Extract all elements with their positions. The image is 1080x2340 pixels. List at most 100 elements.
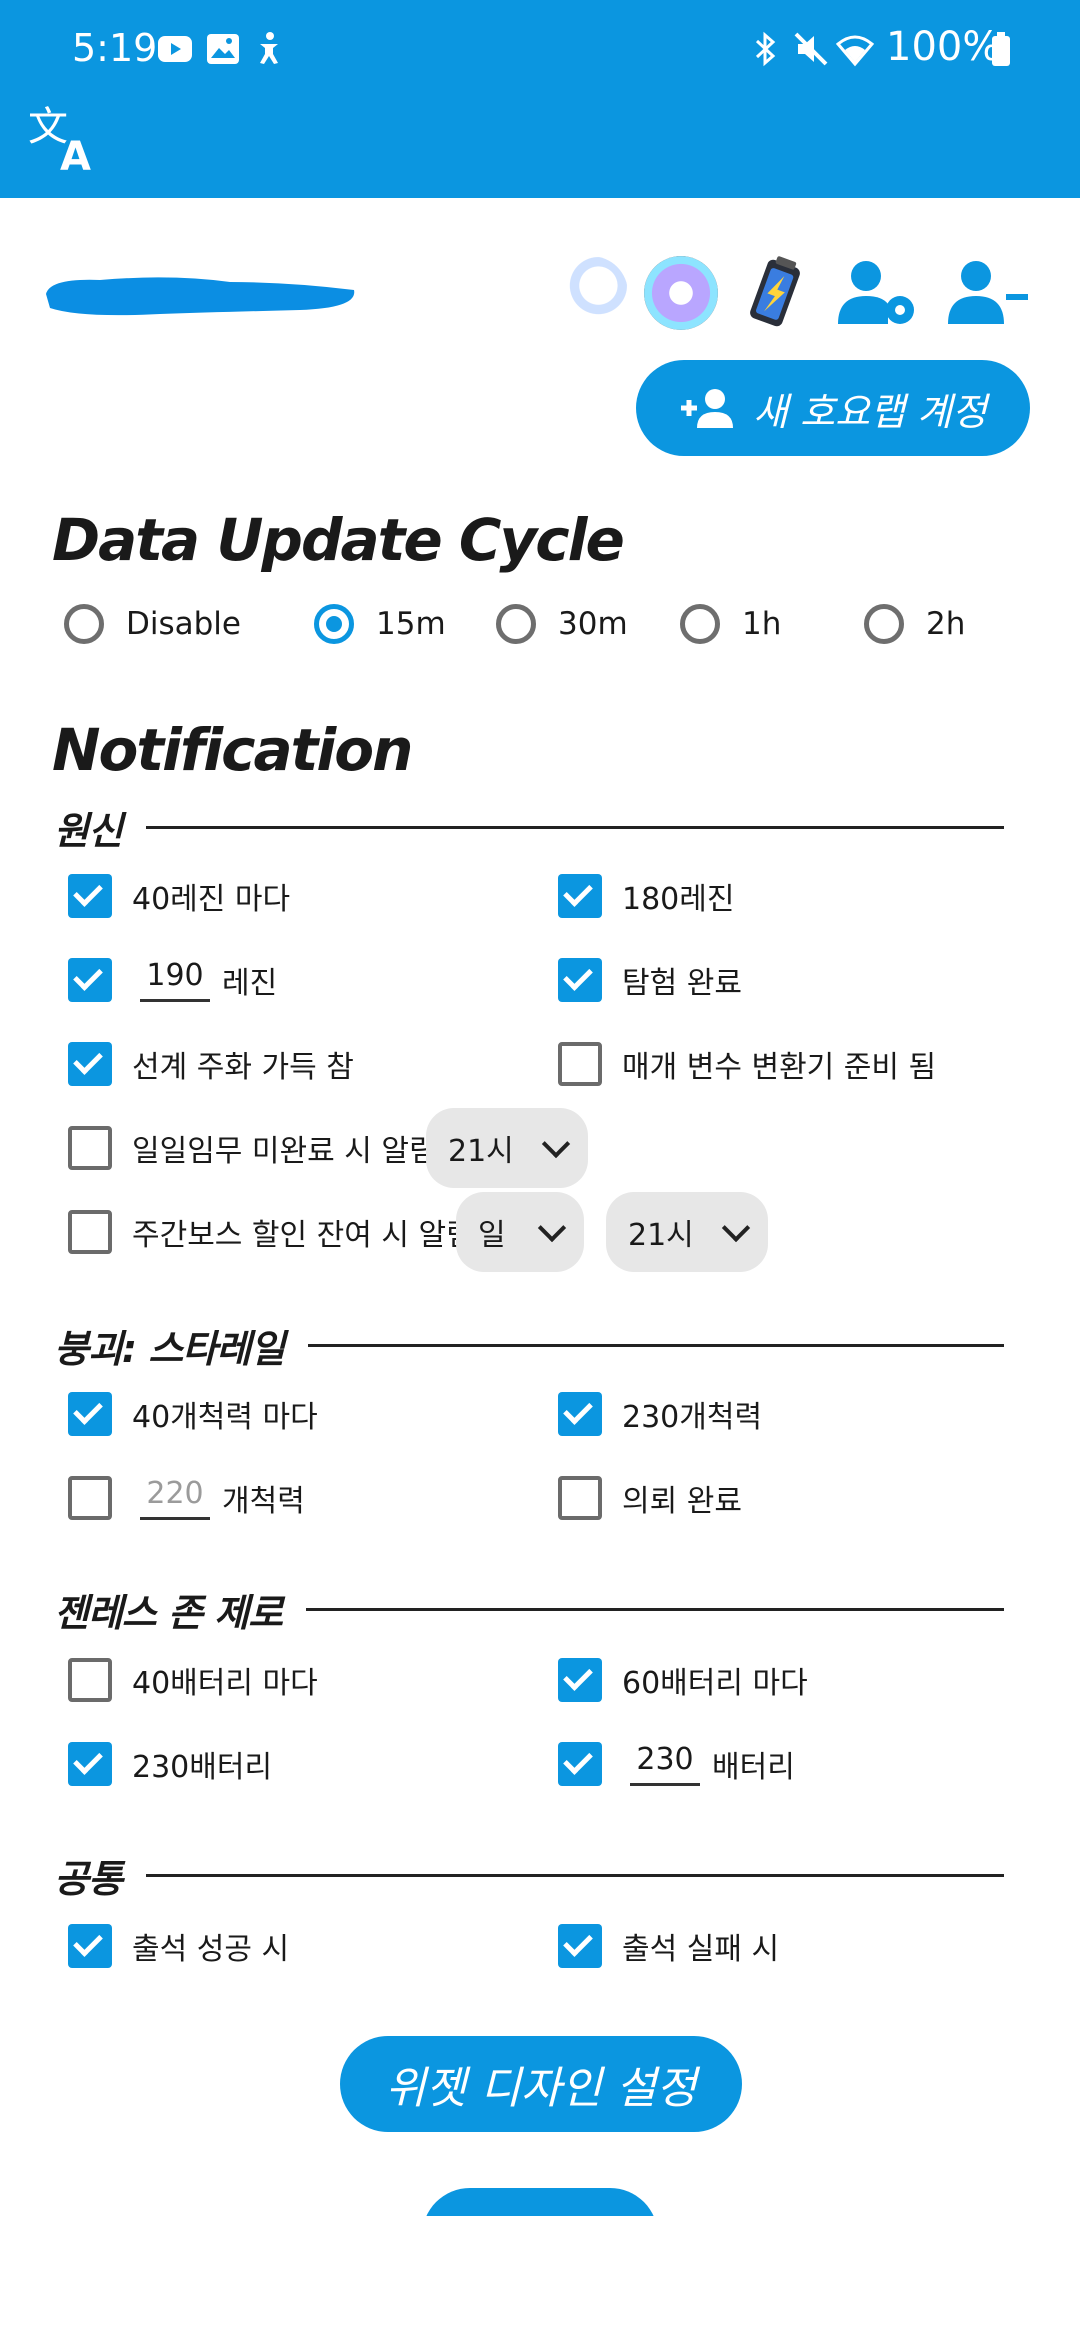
new-account-label: 새 호요랩 계정 xyxy=(753,389,987,434)
checkbox-label: 40레진 마다 xyxy=(132,882,291,917)
bottom-fade xyxy=(0,2216,1080,2340)
battery-percent: 100% xyxy=(886,24,1001,70)
checkbox-label: 230배터리 xyxy=(132,1750,273,1785)
checkbox-unchecked xyxy=(68,1210,112,1254)
checkbox-label: 출석 실패 시 xyxy=(622,1932,780,1967)
checkbox-genshin-weekly-boss[interactable]: 주간보스 할인 잔여 시 알림 xyxy=(68,1210,474,1254)
weekly-hour-dropdown[interactable]: 21시 xyxy=(606,1192,768,1272)
checkbox-genshin-daily[interactable]: 일일임무 미완료 시 알림 xyxy=(68,1126,437,1170)
account-name-redacted xyxy=(46,277,355,316)
checkbox-genshin-expedition[interactable]: 탐험 완료 xyxy=(558,958,742,1002)
radio-disable[interactable]: Disable xyxy=(64,604,241,644)
daily-hour-dropdown[interactable]: 21시 xyxy=(426,1108,588,1188)
radio-label: 30m xyxy=(558,606,628,642)
checkbox-label: 일일임무 미완료 시 알림 xyxy=(132,1134,437,1169)
radio-label: 2h xyxy=(926,606,966,642)
checkbox-label: 의뢰 완료 xyxy=(622,1484,742,1519)
checkbox-checked xyxy=(68,874,112,918)
checkbox-label: 배터리 xyxy=(712,1750,795,1785)
checkbox-checked xyxy=(558,958,602,1002)
checkbox-genshin-custom-resin[interactable]: 190 레진 xyxy=(68,958,277,1002)
checkbox-unchecked xyxy=(68,1476,112,1520)
radio-30m[interactable]: 30m xyxy=(496,604,628,644)
genshin-moon-icon[interactable] xyxy=(554,256,628,330)
checkbox-checked xyxy=(558,1924,602,1968)
checkbox-checked xyxy=(68,958,112,1002)
starrail-pass-icon[interactable] xyxy=(644,256,718,330)
translate-icon[interactable]: 文 A xyxy=(26,100,102,176)
section-common: 공통 xyxy=(54,1848,1004,1903)
checkbox-label: 출석 성공 시 xyxy=(132,1932,290,1967)
status-time: 5:19 xyxy=(72,26,158,70)
checkbox-label: 개척력 xyxy=(222,1484,305,1519)
checkbox-genshin-transformer[interactable]: 매개 변수 변환기 준비 됨 xyxy=(558,1042,936,1086)
checkbox-label: 60배터리 마다 xyxy=(622,1666,808,1701)
wifi-icon xyxy=(836,35,874,67)
checkbox-label: 탐험 완료 xyxy=(622,966,742,1001)
radio-2h[interactable]: 2h xyxy=(864,604,965,644)
new-account-button[interactable]: 새 호요랩 계정 xyxy=(636,360,1030,456)
account-remove-icon[interactable] xyxy=(946,258,1030,330)
section-zzz: 젠레스 존 제로 xyxy=(54,1582,1004,1637)
checkbox-genshin-180-resin[interactable]: 180레진 xyxy=(558,874,734,918)
mute-icon xyxy=(794,32,828,66)
checkbox-unchecked xyxy=(68,1658,112,1702)
section-label: 붕괴: 스타레일 xyxy=(54,1327,285,1371)
checkbox-label: 40개척력 마다 xyxy=(132,1400,318,1435)
checkbox-genshin-realm-currency[interactable]: 선계 주화 가득 참 xyxy=(68,1042,354,1086)
radio-circle xyxy=(64,604,104,644)
divider xyxy=(145,1874,1004,1877)
checkbox-label: 180레진 xyxy=(622,882,735,917)
zzz-battery-icon[interactable] xyxy=(738,256,812,330)
checkbox-label: 40배터리 마다 xyxy=(132,1666,318,1701)
checkbox-checked xyxy=(558,1658,602,1702)
section-label: 젠레스 존 제로 xyxy=(54,1591,283,1635)
checkbox-label: 주간보스 할인 잔여 시 알림 xyxy=(132,1218,474,1253)
weekly-day-dropdown[interactable]: 일 xyxy=(456,1192,584,1272)
widget-design-button[interactable]: 위젯 디자인 설정 xyxy=(340,2036,742,2132)
radio-label: 15m xyxy=(376,606,446,642)
checkbox-unchecked xyxy=(558,1042,602,1086)
checkbox-zzz-custom-battery[interactable]: 230 배터리 xyxy=(558,1742,795,1786)
checkbox-zzz-40-battery[interactable]: 40배터리 마다 xyxy=(68,1658,318,1702)
checkbox-starrail-40-power[interactable]: 40개척력 마다 xyxy=(68,1392,318,1436)
radio-label: 1h xyxy=(742,606,782,642)
checkbox-checkin-success[interactable]: 출석 성공 시 xyxy=(68,1924,289,1968)
checkbox-label: 매개 변수 변환기 준비 됨 xyxy=(622,1050,937,1085)
checkbox-zzz-60-battery[interactable]: 60배터리 마다 xyxy=(558,1658,808,1702)
svg-text:A: A xyxy=(60,134,91,176)
checkbox-checkin-fail[interactable]: 출석 실패 시 xyxy=(558,1924,779,1968)
divider xyxy=(306,1608,1004,1611)
youtube-icon xyxy=(158,36,192,62)
section-starrail: 붕괴: 스타레일 xyxy=(54,1318,1004,1373)
checkbox-starrail-commission[interactable]: 의뢰 완료 xyxy=(558,1476,742,1520)
checkbox-checked xyxy=(68,1042,112,1086)
radio-circle-selected xyxy=(314,604,354,644)
radio-15m[interactable]: 15m xyxy=(314,604,446,644)
checkbox-starrail-custom-power[interactable]: 220 개척력 xyxy=(68,1476,305,1520)
radio-label: Disable xyxy=(126,606,241,642)
battery-icon xyxy=(992,32,1010,66)
radio-1h[interactable]: 1h xyxy=(680,604,781,644)
checkbox-zzz-230-battery[interactable]: 230배터리 xyxy=(68,1742,272,1786)
checkbox-unchecked xyxy=(558,1476,602,1520)
chevron-down-icon xyxy=(721,1213,751,1243)
bluetooth-icon xyxy=(755,31,776,67)
checkbox-checked xyxy=(68,1392,112,1436)
section-label: 공통 xyxy=(54,1857,123,1901)
account-settings-icon[interactable] xyxy=(836,258,920,330)
section-label: 원신 xyxy=(54,809,123,853)
custom-battery-input[interactable]: 230 xyxy=(630,1742,700,1786)
checkbox-label: 레진 xyxy=(222,966,278,1001)
dropdown-value: 21시 xyxy=(448,1134,514,1169)
custom-power-input[interactable]: 220 xyxy=(140,1476,210,1520)
chevron-down-icon xyxy=(541,1129,571,1159)
checkbox-genshin-40-resin[interactable]: 40레진 마다 xyxy=(68,874,290,918)
checkbox-checked xyxy=(558,1742,602,1786)
checkbox-label: 230개척력 xyxy=(622,1400,763,1435)
custom-resin-input[interactable]: 190 xyxy=(140,958,210,1002)
chevron-down-icon xyxy=(537,1213,567,1243)
widget-design-label: 위젯 디자인 설정 xyxy=(385,2063,697,2114)
checkbox-checked xyxy=(68,1924,112,1968)
checkbox-starrail-230-power[interactable]: 230개척력 xyxy=(558,1392,762,1436)
